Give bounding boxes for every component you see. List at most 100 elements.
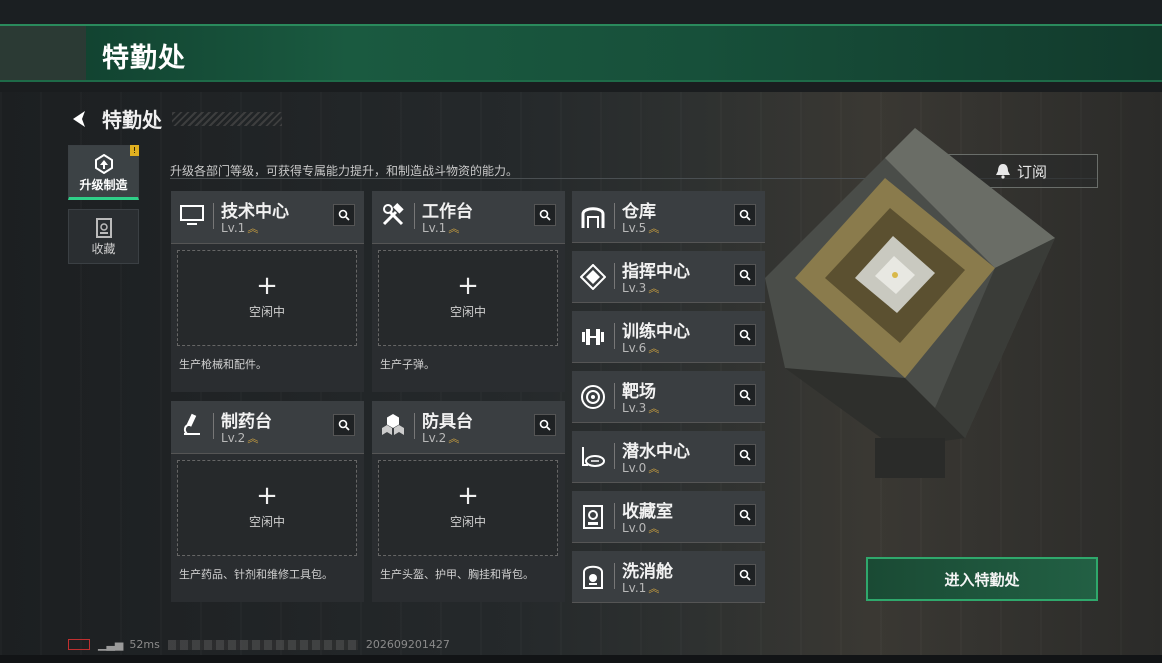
level-up-icon: ︽ — [648, 582, 660, 595]
facility-item-vault[interactable]: 收藏室 Lv.0 ︽ — [572, 491, 765, 543]
header-separator — [614, 203, 615, 229]
workshop-card-pharmacy[interactable]: 制药台 Lv.2 ︽ + 空闲中 生产药品、针剂和维修工具包。 — [171, 401, 364, 602]
warehouse-icon — [581, 207, 605, 228]
status-bar: ▁▃▅ 52ms 202609201427 — [68, 638, 450, 651]
inspect-button[interactable] — [534, 204, 556, 226]
workshop-level: Lv.1 ︽ — [221, 220, 258, 236]
card-header: 制药台 Lv.2 ︽ — [171, 401, 364, 454]
workshop-note: 生产子弹。 — [380, 358, 435, 371]
level-text: Lv.1 — [422, 221, 447, 235]
inspect-button[interactable] — [734, 384, 756, 406]
level-text: Lv.6 — [622, 341, 647, 355]
header-separator — [213, 413, 214, 439]
armor-icon — [382, 414, 404, 435]
workshop-level: Lv.2 ︽ — [221, 430, 258, 446]
back-nav[interactable]: 特勤处 — [68, 104, 282, 133]
workshop-card-armor[interactable]: 防具台 Lv.2 ︽ + 空闲中 生产头盔、护甲、胸挂和背包。 — [372, 401, 565, 602]
search-icon — [739, 569, 751, 581]
inspect-button[interactable] — [734, 504, 756, 526]
facility-item-warehouse[interactable]: 仓库 Lv.5 ︽ — [572, 191, 765, 243]
facility-name: 靶场 — [622, 382, 656, 402]
facility-item-decon[interactable]: 洗消舱 Lv.1 ︽ — [572, 551, 765, 603]
facility-level: Lv.3 ︽ — [622, 400, 659, 416]
facility-item-training[interactable]: 训练中心 Lv.6 ︽ — [572, 311, 765, 363]
back-label: 特勤处 — [102, 108, 162, 132]
slot-status: 空闲中 — [449, 515, 486, 529]
add-icon: + — [457, 271, 479, 301]
workshop-card-workbench[interactable]: 工作台 Lv.1 ︽ + 空闲中 生产子弹。 — [372, 191, 565, 392]
workshop-name: 防具台 — [422, 412, 473, 432]
facility-item-command[interactable]: 指挥中心 Lv.3 ︽ — [572, 251, 765, 303]
workshop-note: 生产头盔、护甲、胸挂和背包。 — [380, 568, 534, 581]
facility-name: 仓库 — [622, 202, 656, 222]
facility-level: Lv.6 ︽ — [622, 340, 659, 356]
add-icon: + — [256, 481, 278, 511]
workshop-name: 工作台 — [422, 202, 473, 222]
level-up-icon: ︽ — [648, 462, 660, 475]
add-icon: + — [256, 271, 278, 301]
level-up-icon: ︽ — [247, 222, 259, 235]
production-slot[interactable]: + 空闲中 — [177, 250, 357, 346]
facility-name: 洗消舱 — [622, 562, 673, 582]
diving-icon — [582, 447, 605, 467]
slot-status: 空闲中 — [248, 305, 285, 319]
back-arrow-icon[interactable] — [68, 108, 90, 130]
sidebar-item-upgrade[interactable]: ! 升级制造 — [68, 145, 139, 200]
header-hatch-decoration — [172, 111, 282, 126]
upgrade-icon — [94, 154, 113, 174]
command-icon — [580, 264, 606, 290]
inspect-button[interactable] — [734, 204, 756, 226]
level-text: Lv.1 — [622, 581, 647, 595]
header-separator — [614, 383, 615, 409]
description-text: 升级各部门等级，可获得专属能力提升，和制造战斗物资的能力。 — [170, 164, 519, 178]
workshop-name: 制药台 — [221, 412, 272, 432]
facility-item-diving[interactable]: 潜水中心 Lv.0 ︽ — [572, 431, 765, 483]
inspect-button[interactable] — [734, 264, 756, 286]
level-text: Lv.2 — [221, 431, 246, 445]
card-header: 工作台 Lv.1 ︽ — [372, 191, 565, 244]
dumbbell-icon — [582, 329, 604, 345]
facility-level: Lv.3 ︽ — [622, 280, 659, 296]
inspect-button[interactable] — [734, 564, 756, 586]
facility-name: 指挥中心 — [622, 262, 690, 282]
search-icon — [739, 329, 751, 341]
decon-icon — [583, 565, 603, 589]
facility-level: Lv.1 ︽ — [622, 580, 659, 596]
level-text: Lv.5 — [622, 221, 647, 235]
sidebar-item-collection[interactable]: 收藏 — [68, 209, 139, 264]
workshop-card-tech-center[interactable]: 技术中心 Lv.1 ︽ + 空闲中 生产枪械和配件。 — [171, 191, 364, 392]
search-icon — [539, 209, 551, 221]
inspect-button[interactable] — [734, 444, 756, 466]
card-header: 防具台 Lv.2 ︽ — [372, 401, 565, 454]
collection-icon — [95, 218, 112, 238]
level-text: Lv.2 — [422, 431, 447, 445]
enter-facility-button[interactable]: 进入特勤处 — [866, 557, 1098, 601]
ping-text: 52ms — [129, 638, 160, 651]
notification-badge: ! — [130, 145, 139, 156]
tools-icon — [382, 203, 404, 226]
level-up-icon: ︽ — [648, 222, 660, 235]
facility-name: 收藏室 — [622, 502, 673, 522]
header-separator — [614, 323, 615, 349]
level-text: Lv.3 — [622, 281, 647, 295]
header-separator — [614, 263, 615, 289]
production-slot[interactable]: + 空闲中 — [177, 460, 357, 556]
search-icon — [739, 449, 751, 461]
facility-item-range[interactable]: 靶场 Lv.3 ︽ — [572, 371, 765, 423]
level-text: Lv.0 — [622, 521, 647, 535]
workshop-note: 生产药品、针剂和维修工具包。 — [179, 568, 333, 581]
workshop-level: Lv.1 ︽ — [422, 220, 459, 236]
top-strip — [0, 0, 1162, 24]
sidebar-item-label: 收藏 — [91, 242, 116, 256]
production-slot[interactable]: + 空闲中 — [378, 460, 558, 556]
inspect-button[interactable] — [534, 414, 556, 436]
level-up-icon: ︽ — [448, 432, 460, 445]
inspect-button[interactable] — [333, 414, 355, 436]
signal-icon: ▁▃▅ — [98, 638, 124, 651]
level-text: Lv.3 — [622, 401, 647, 415]
production-slot[interactable]: + 空闲中 — [378, 250, 558, 346]
level-up-icon: ︽ — [648, 402, 660, 415]
inspect-button[interactable] — [333, 204, 355, 226]
level-text: Lv.1 — [221, 221, 246, 235]
inspect-button[interactable] — [734, 324, 756, 346]
